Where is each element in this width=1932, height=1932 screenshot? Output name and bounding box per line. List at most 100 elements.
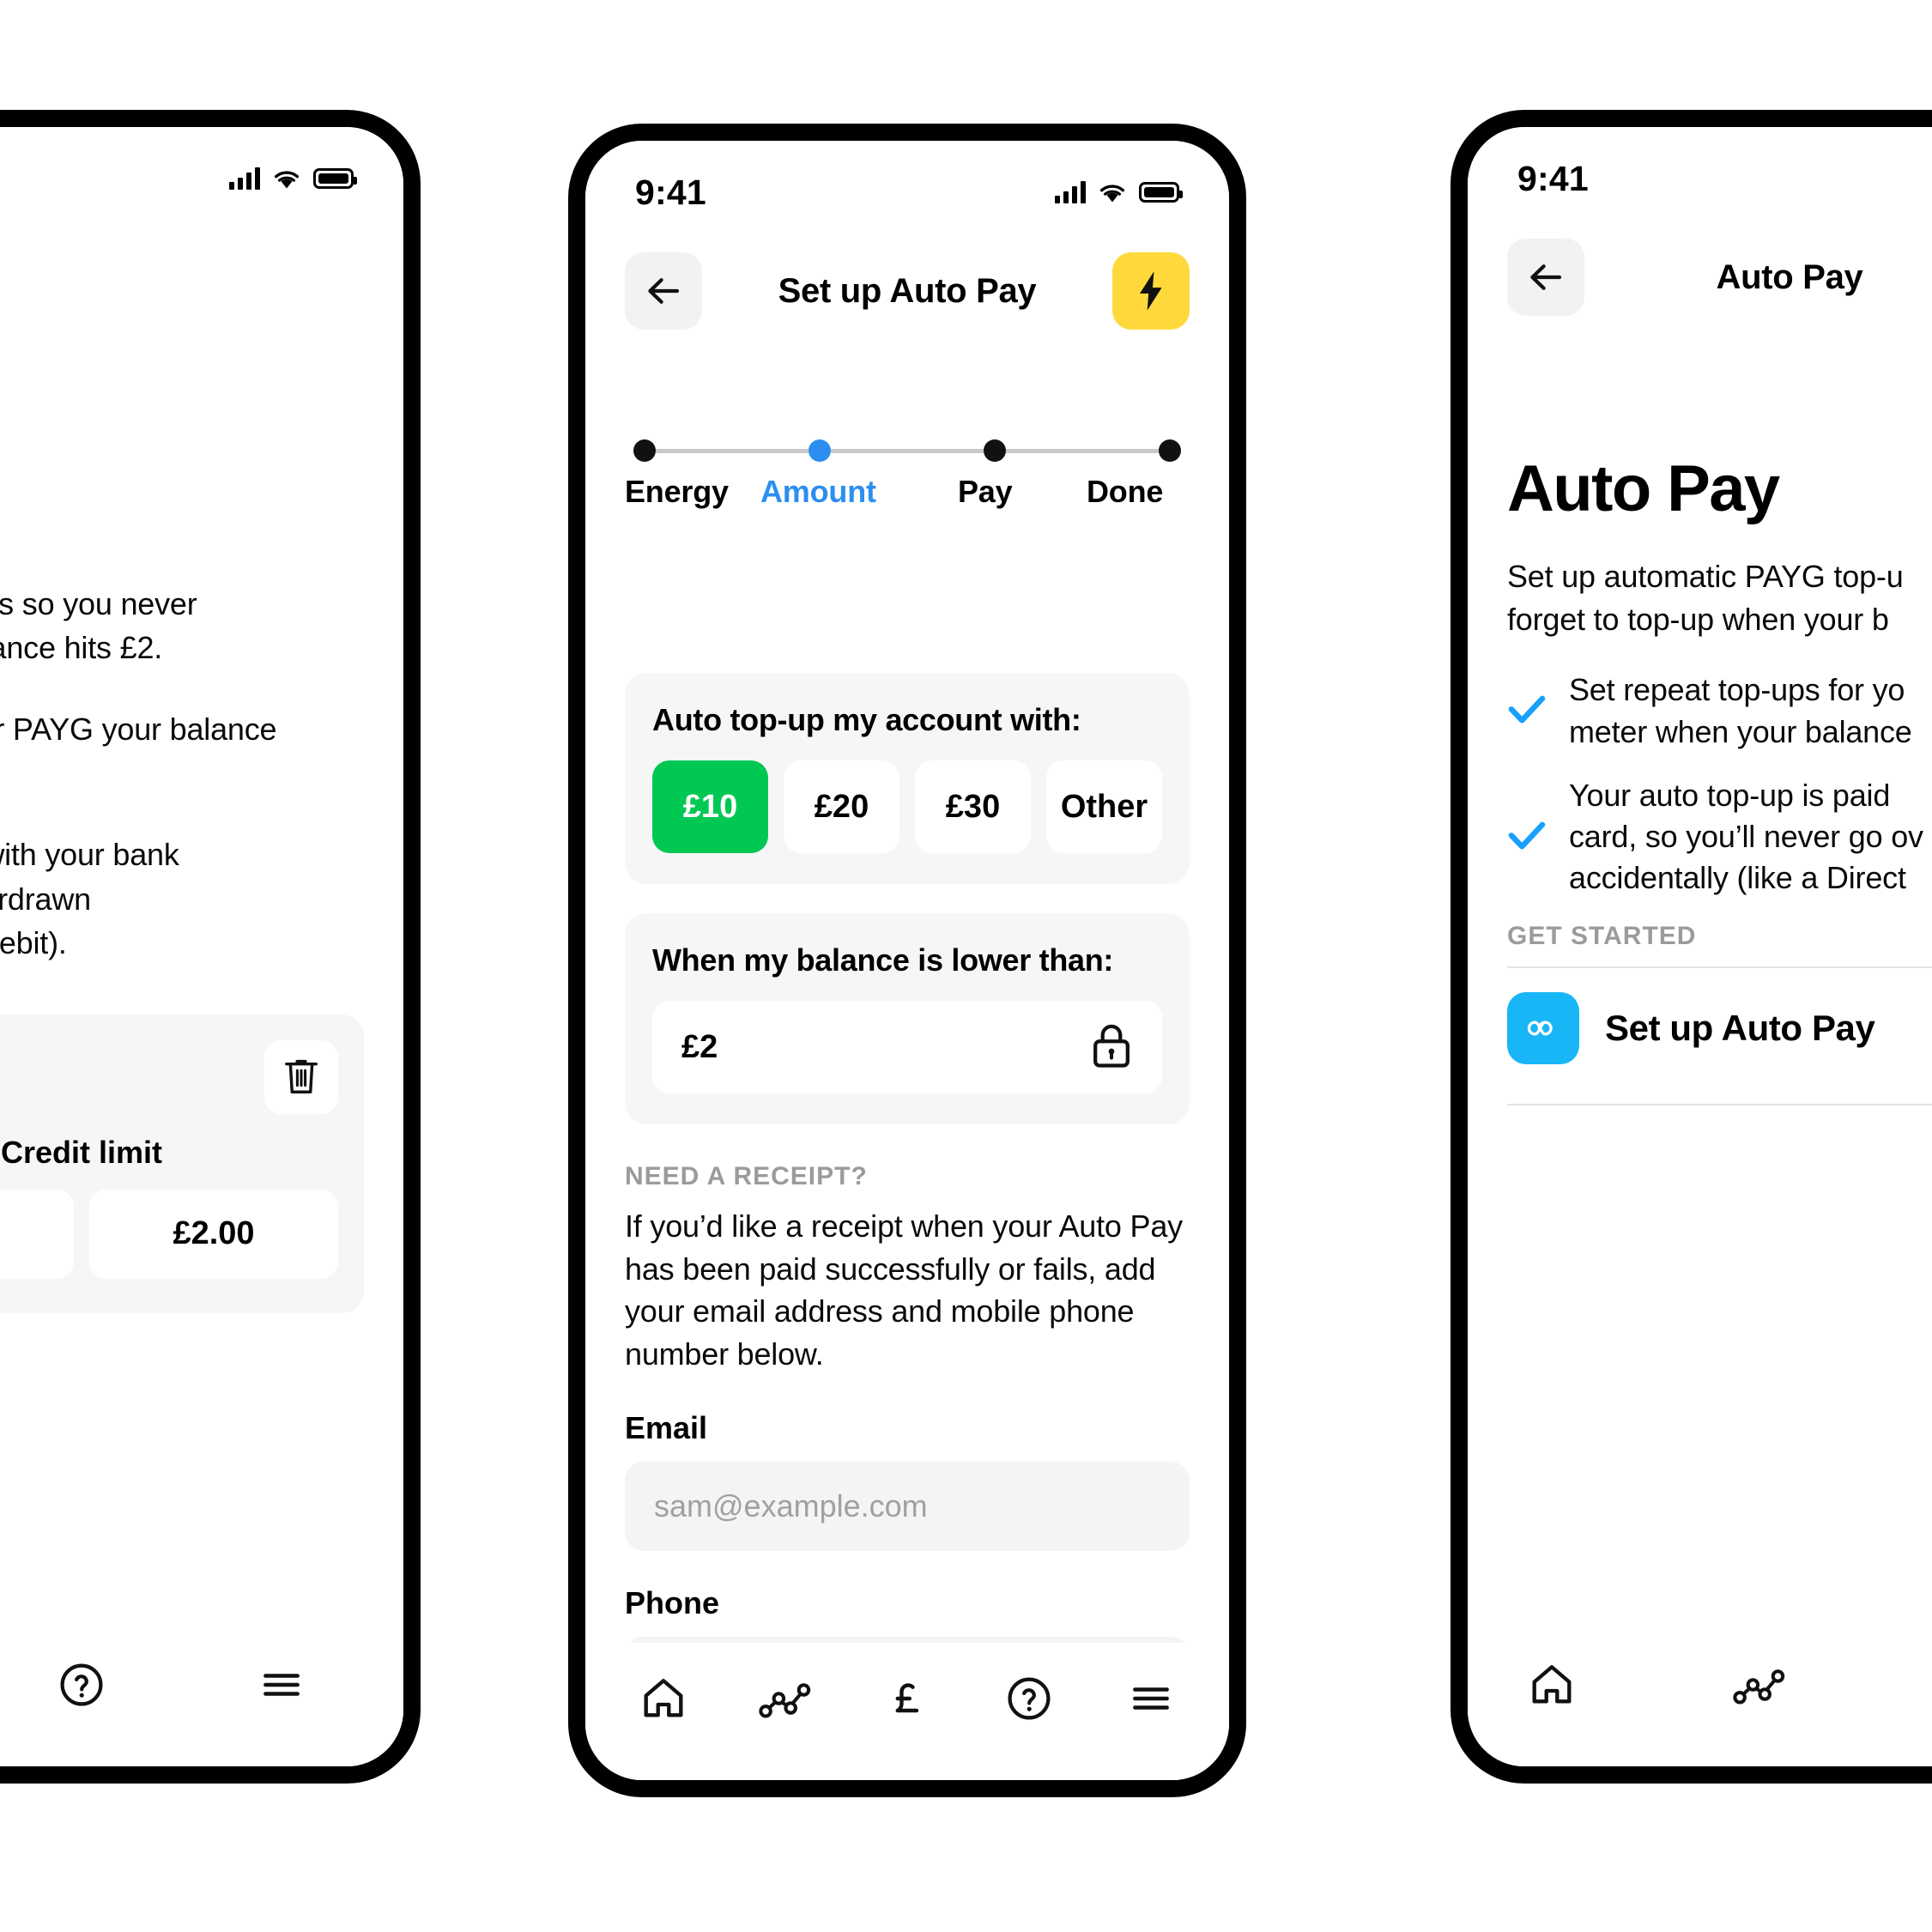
get-started-label: GET STARTED bbox=[1507, 921, 1697, 950]
phone-label: Phone bbox=[625, 1584, 720, 1620]
tab-usage[interactable] bbox=[1720, 1645, 1799, 1724]
status-icons bbox=[229, 167, 357, 190]
menu-hamburger-icon bbox=[263, 1674, 300, 1696]
tab-menu[interactable] bbox=[1111, 1659, 1190, 1738]
stepper-label-done[interactable]: Done bbox=[1087, 474, 1190, 510]
right-status-bar: 9:41 bbox=[1468, 153, 1932, 204]
back-arrow-icon bbox=[1530, 264, 1562, 290]
email-placeholder: sam@example.com bbox=[654, 1487, 928, 1523]
page-title: Set up Auto Pay bbox=[778, 271, 1037, 310]
usage-graph-icon bbox=[759, 1683, 811, 1718]
tab-balance[interactable] bbox=[868, 1659, 947, 1738]
wifi-icon bbox=[1098, 181, 1127, 203]
back-button[interactable] bbox=[1507, 239, 1584, 316]
amount-option-30[interactable]: £30 bbox=[915, 760, 1031, 853]
menu-hamburger-icon bbox=[1133, 1687, 1169, 1710]
home-icon bbox=[1532, 1665, 1572, 1704]
stepper-label-amount[interactable]: Amount bbox=[754, 474, 958, 510]
setup-stepper: Energy Amount Pay Done bbox=[585, 439, 1229, 510]
tab-help[interactable] bbox=[42, 1645, 121, 1724]
list-item: Your auto top-up is paid card, so you’ll… bbox=[1507, 775, 1932, 899]
stepper-labels: Energy Amount Pay Done bbox=[625, 474, 1190, 510]
list-item: Set repeat top-ups for yo meter when you… bbox=[1507, 669, 1932, 752]
stepper-dot-amount[interactable] bbox=[809, 439, 831, 462]
benefits-list: Set repeat top-ups for yo meter when you… bbox=[1507, 669, 1932, 899]
stepper-dot-energy[interactable] bbox=[633, 439, 656, 462]
balance-threshold-value: £2 bbox=[681, 1028, 718, 1065]
benefit-text: Set repeat top-ups for yo meter when you… bbox=[1569, 672, 1912, 749]
middle-status-bar: 9:41 bbox=[585, 167, 1229, 218]
right-content: Auto Pay Set up automatic PAYG top-u for… bbox=[1468, 419, 1932, 1105]
infinity-icon bbox=[1507, 991, 1579, 1064]
cellular-signal-icon bbox=[229, 167, 260, 190]
middle-tabbar bbox=[585, 1643, 1229, 1780]
phone-left: Auto Pay c PAYG top-ups so you never whe… bbox=[0, 110, 421, 1784]
help-circle-icon bbox=[60, 1663, 103, 1706]
receipt-description: If you’d like a receipt when your Auto P… bbox=[625, 1208, 1183, 1372]
divider-bottom bbox=[1507, 1103, 1932, 1105]
topup-amount-title: Auto top-up my account with: bbox=[652, 702, 1081, 737]
set-up-auto-pay-label: Set up Auto Pay bbox=[1605, 1007, 1875, 1048]
back-button[interactable] bbox=[625, 252, 702, 330]
middle-content: Auto top-up my account with: £10 £20 £30… bbox=[585, 673, 1229, 1726]
pound-balance-icon bbox=[895, 1683, 919, 1713]
delete-button[interactable] bbox=[264, 1039, 338, 1114]
tab-menu[interactable] bbox=[242, 1645, 321, 1724]
stepper-dot-done[interactable] bbox=[1159, 439, 1181, 462]
stepper-label-energy[interactable]: Energy bbox=[625, 474, 754, 510]
credit-limit-right-value[interactable]: £2.00 bbox=[89, 1189, 338, 1279]
stepper-label-pay[interactable]: Pay bbox=[958, 474, 1087, 510]
phone-middle: 9:41 Set up Auto Pay Energy Amount Pay D… bbox=[568, 124, 1246, 1797]
credit-limit-label: Credit limit bbox=[0, 1134, 162, 1170]
amount-option-10[interactable]: £10 bbox=[652, 760, 768, 853]
tab-home[interactable] bbox=[1512, 1645, 1591, 1724]
lock-icon bbox=[1090, 1021, 1133, 1074]
battery-icon bbox=[313, 168, 357, 189]
status-time: 9:41 bbox=[635, 172, 706, 212]
stepper-track bbox=[625, 439, 1190, 462]
balance-threshold-title: When my balance is lower than: bbox=[652, 942, 1114, 978]
trash-icon bbox=[285, 1059, 318, 1093]
tab-help[interactable] bbox=[990, 1659, 1069, 1738]
left-tabbar bbox=[0, 1629, 403, 1766]
topup-amount-options: £10 £20 £30 Other bbox=[652, 760, 1162, 853]
topup-amount-card: Auto top-up my account with: £10 £20 £30… bbox=[625, 673, 1190, 884]
blue-check-icon bbox=[1507, 819, 1547, 856]
tab-usage[interactable] bbox=[746, 1659, 825, 1738]
email-label: Email bbox=[625, 1409, 708, 1445]
left-navbar: Auto Pay bbox=[0, 230, 403, 324]
auto-pay-intro: Set up automatic PAYG top-u forget to to… bbox=[1507, 559, 1904, 637]
right-tabbar bbox=[1468, 1629, 1932, 1766]
wifi-icon bbox=[272, 167, 301, 190]
left-content: c PAYG top-ups so you never when your ba… bbox=[0, 582, 403, 1313]
usage-graph-icon bbox=[1733, 1669, 1785, 1705]
auto-pay-heading: Auto Pay bbox=[1507, 452, 1780, 525]
blue-check-icon bbox=[1507, 693, 1547, 730]
amount-option-other[interactable]: Other bbox=[1046, 760, 1162, 853]
middle-navbar: Set up Auto Pay bbox=[585, 244, 1229, 338]
stepper-segment-3 bbox=[1006, 448, 1159, 453]
right-navbar: Auto Pay bbox=[1468, 230, 1932, 324]
stepper-dot-pay[interactable] bbox=[984, 439, 1006, 462]
tab-balance[interactable] bbox=[1928, 1645, 1932, 1724]
left-paragraph-3: op-up is paid with your bank ll never go… bbox=[0, 837, 179, 960]
tab-home[interactable] bbox=[624, 1659, 703, 1738]
credit-limit-card: Credit limit £2.00 bbox=[0, 1014, 364, 1313]
boost-button[interactable] bbox=[1112, 252, 1190, 330]
screenshot-stage: Auto Pay c PAYG top-ups so you never whe… bbox=[0, 0, 1932, 1932]
set-up-auto-pay-row[interactable]: Set up Auto Pay bbox=[1468, 968, 1932, 1088]
receipt-section-label: NEED A RECEIPT? bbox=[625, 1162, 868, 1190]
middle-screen: 9:41 Set up Auto Pay Energy Amount Pay D… bbox=[585, 141, 1229, 1780]
left-paragraph-1: c PAYG top-ups so you never when your ba… bbox=[0, 586, 197, 666]
status-time: 9:41 bbox=[1517, 158, 1589, 198]
back-arrow-icon bbox=[648, 278, 680, 304]
email-input[interactable]: sam@example.com bbox=[625, 1461, 1190, 1551]
credit-limit-left-value[interactable] bbox=[0, 1189, 74, 1279]
home-icon bbox=[644, 1679, 683, 1717]
stepper-segment-2 bbox=[831, 448, 984, 453]
battery-icon bbox=[1139, 182, 1183, 203]
credit-limit-row: £2.00 bbox=[0, 1189, 338, 1279]
amount-option-20[interactable]: £20 bbox=[784, 760, 899, 853]
page-title: Auto Pay bbox=[0, 258, 364, 297]
left-status-bar bbox=[0, 153, 403, 204]
